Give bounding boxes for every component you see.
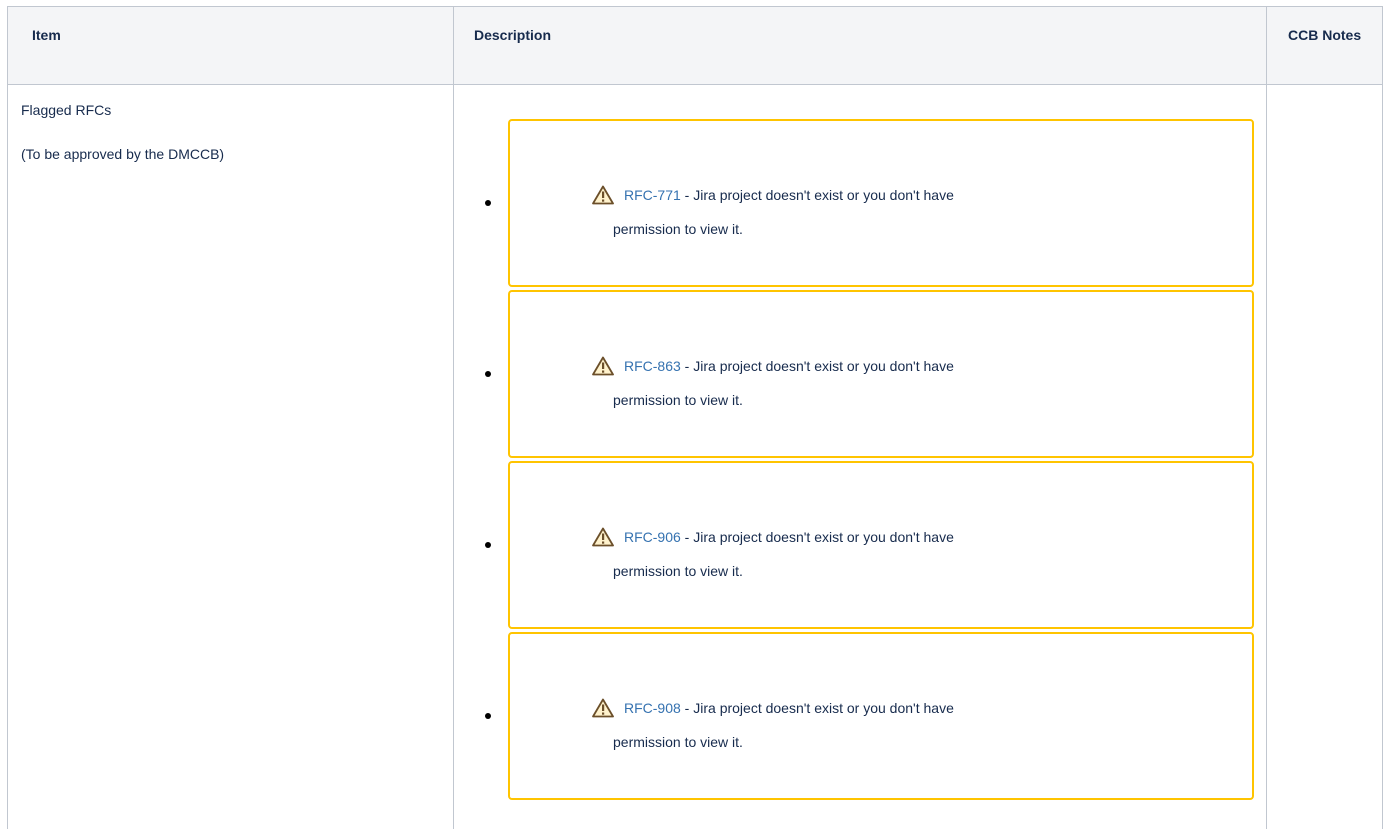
- table-header: [8, 7, 1382, 85]
- error-message-cont: permission to view it.: [613, 734, 743, 750]
- jira-issue-panel: RFC-771 - Jira project doesn't exist or …: [508, 119, 1254, 287]
- error-message: Jira project doesn't exist or you don't …: [693, 529, 954, 545]
- list-bullet: [485, 200, 491, 206]
- rfc-link[interactable]: RFC-863: [624, 356, 681, 376]
- item-title: Flagged RFCs: [21, 102, 112, 118]
- error-message: Jira project doesn't exist or you don't …: [693, 358, 954, 374]
- panel-line-1: RFC-908 - Jira project doesn't exist or …: [592, 698, 954, 718]
- error-message: Jira project doesn't exist or you don't …: [693, 187, 954, 203]
- panel-line-1: RFC-771 - Jira project doesn't exist or …: [592, 185, 954, 205]
- item-subtitle: (To be approved by the DMCCB): [21, 146, 225, 162]
- warning-triangle-icon: [592, 527, 614, 547]
- list-bullet: [485, 542, 491, 548]
- header-description: Description: [474, 27, 552, 43]
- error-message-cont: permission to view it.: [613, 563, 743, 579]
- error-message-cont: permission to view it.: [613, 221, 743, 237]
- separator: -: [680, 700, 694, 716]
- warning-triangle-icon: [592, 356, 614, 376]
- column-divider: [453, 7, 454, 829]
- warning-triangle-icon: [592, 698, 614, 718]
- warning-triangle-icon: [592, 185, 614, 205]
- jira-issue-panel: RFC-908 - Jira project doesn't exist or …: [508, 632, 1254, 800]
- panel-line-1: RFC-906 - Jira project doesn't exist or …: [592, 527, 954, 547]
- rfc-link[interactable]: RFC-906: [624, 527, 681, 547]
- separator: -: [680, 529, 694, 545]
- rfc-link[interactable]: RFC-908: [624, 698, 681, 718]
- header-item: Item: [32, 27, 61, 43]
- error-message-cont: permission to view it.: [613, 392, 743, 408]
- header-ccb-notes: CCB Notes: [1288, 27, 1362, 43]
- rfc-table: Item Description CCB Notes Flagged RFCs …: [7, 6, 1383, 829]
- list-bullet: [485, 713, 491, 719]
- jira-issue-panel: RFC-863 - Jira project doesn't exist or …: [508, 290, 1254, 458]
- panel-line-1: RFC-863 - Jira project doesn't exist or …: [592, 356, 954, 376]
- separator: -: [680, 358, 694, 374]
- error-message: Jira project doesn't exist or you don't …: [693, 700, 954, 716]
- separator: -: [680, 187, 694, 203]
- rfc-link[interactable]: RFC-771: [624, 185, 681, 205]
- column-divider: [1266, 7, 1267, 829]
- list-bullet: [485, 371, 491, 377]
- jira-issue-panel: RFC-906 - Jira project doesn't exist or …: [508, 461, 1254, 629]
